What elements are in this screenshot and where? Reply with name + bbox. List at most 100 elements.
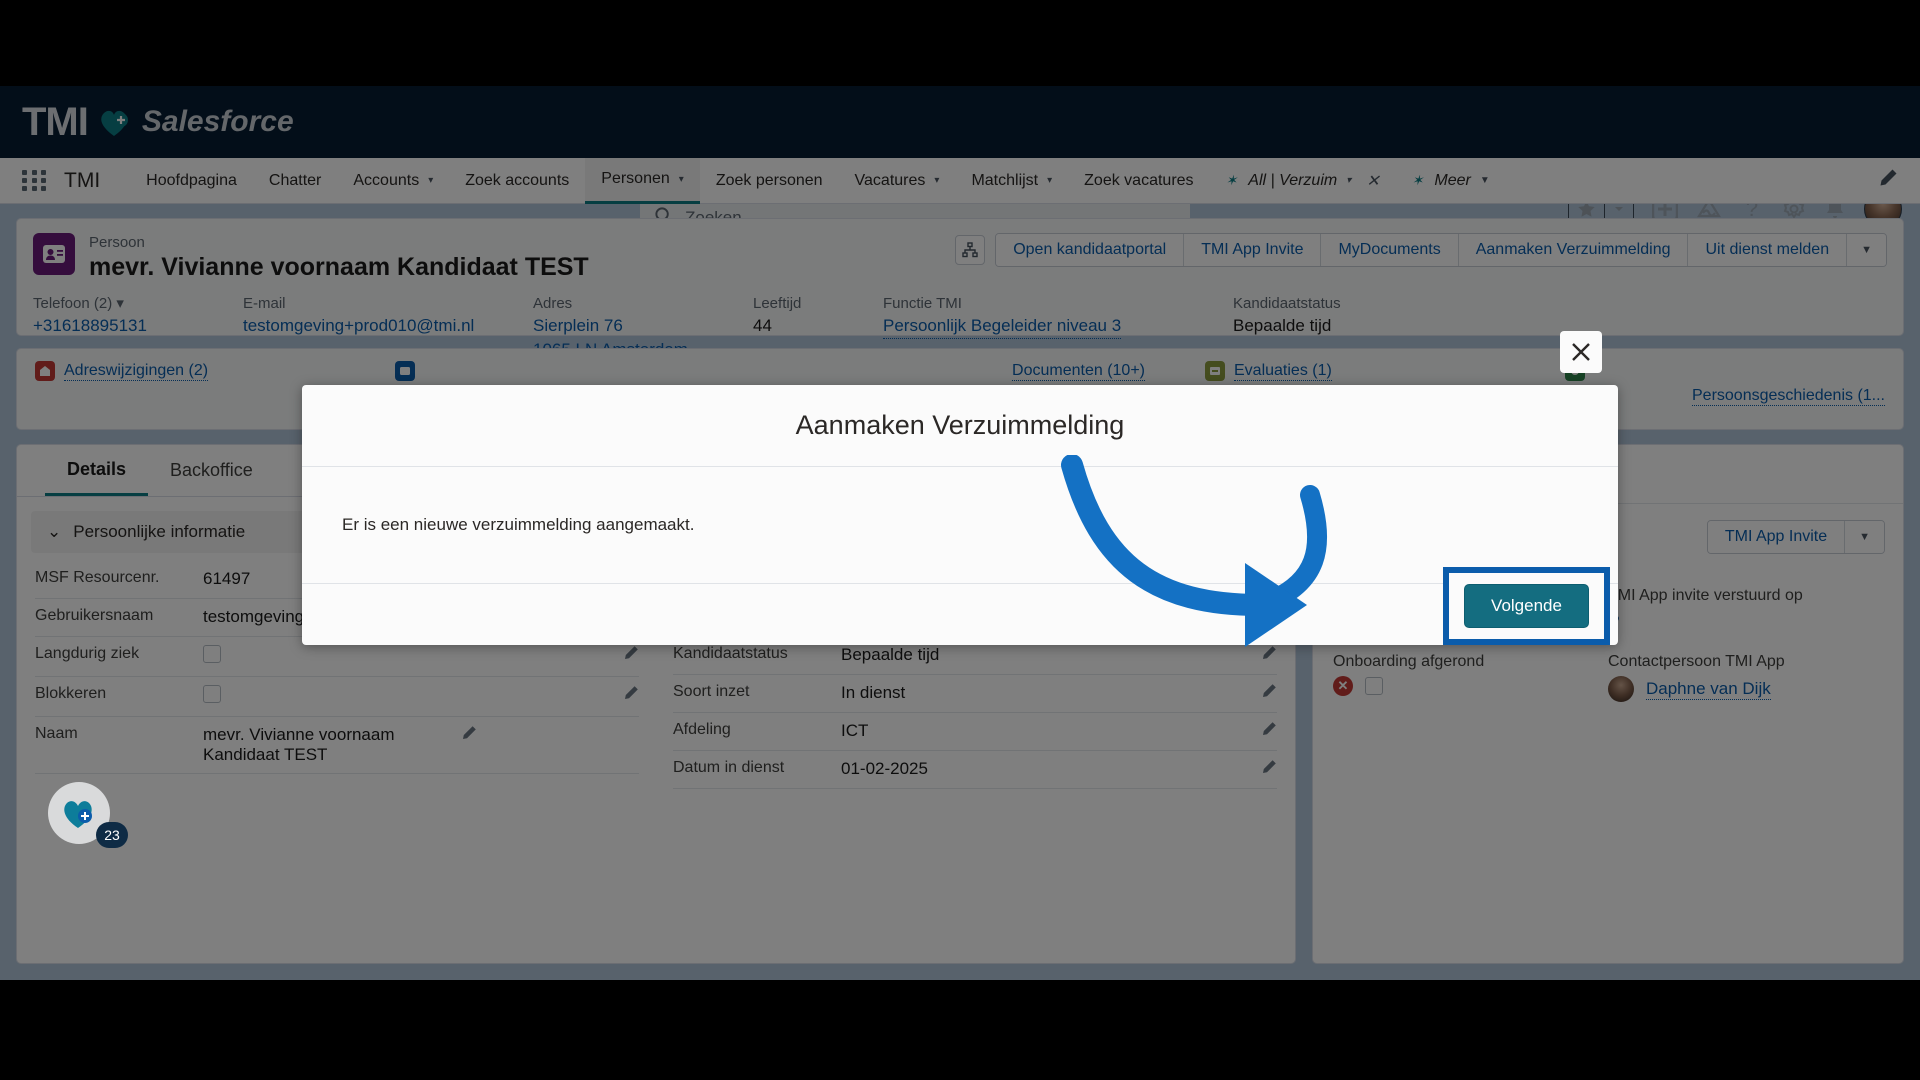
related-link-documenten[interactable]: Documenten (10+) [1012,361,1145,381]
field-label: Kandidaatstatus [1233,295,1341,312]
app-logo[interactable]: TMI Salesforce [22,100,294,145]
field-label: Kandidaatstatus [673,645,788,662]
edit-pencil-icon[interactable] [1261,721,1277,742]
hierarchy-icon[interactable] [955,235,986,265]
nav-item-personen[interactable]: Personen ▾ [585,157,700,204]
field-value[interactable]: Persoonlijk Begeleider niveau 3 [883,314,1122,339]
record-action-buttons: Open kandidaatportal TMI App Invite MyDo… [995,233,1887,267]
related-link-green-1[interactable] [1565,361,1885,381]
chevron-down-icon: ▾ [934,175,940,186]
close-tab-icon[interactable]: ✕ [1366,171,1379,191]
field-label: Functie TMI [883,295,962,312]
tmi-heart-icon [98,106,132,138]
onboarding-afgerond-checkbox[interactable] [1365,677,1383,695]
field-label: Blokkeren [35,685,107,702]
avatar [1608,676,1634,702]
contactpersoon-link[interactable]: Daphne van Dijk [1646,679,1771,700]
detail-row-soort-inzet: Soort inzet In dienst [673,675,1277,713]
more-actions-caret-icon[interactable]: ▼ [1844,521,1884,553]
record-header-card: Persoon mevr. Vivianne voornaam Kandidaa… [16,218,1904,359]
chevron-down-icon[interactable]: ▾ [116,295,124,312]
nav-item-zoek-personen[interactable]: Zoek personen [700,158,839,204]
open-kandidaatportal-button[interactable]: Open kandidaatportal [996,234,1184,266]
related-link-blue-1[interactable] [395,361,715,381]
nav-label: Zoek personen [715,171,823,189]
nav-item-zoek-accounts[interactable]: Zoek accounts [449,158,585,204]
section-title: Persoonlijke informatie [73,522,246,541]
annotation-arrow-icon [1061,455,1328,647]
volgende-button[interactable]: Volgende [1464,584,1589,628]
chevron-down-icon: ⌄ [47,522,62,541]
detail-row-blokkeren: Blokkeren [35,677,639,717]
related-link-label[interactable]: Documenten (10+) [1012,362,1145,381]
related-link-evaluaties[interactable]: Evaluaties (1) [1205,361,1505,381]
nav-item-hoofdpagina[interactable]: Hoofdpagina [130,158,253,204]
blokkeren-checkbox[interactable] [203,685,221,703]
nav-item-accounts[interactable]: Accounts ▾ [337,158,449,204]
tab-backoffice[interactable]: Backoffice [148,445,275,496]
close-icon [1572,343,1590,361]
field-label: Gebruikersnaam [35,607,154,624]
nav-tab-all-verzuim[interactable]: ✶ All | Verzuim ▾ ✕ [1210,158,1396,204]
edit-pencil-icon[interactable] [623,645,639,666]
logo-salesforce-text: Salesforce [141,105,294,138]
uit-dienst-melden-button[interactable]: Uit dienst melden [1687,234,1847,266]
unsaved-tab-star-icon: ✶ [1225,172,1238,188]
adreswijzigingen-icon [35,361,55,381]
nav-item-chatter[interactable]: Chatter [253,158,337,204]
nav-item-zoek-vacatures[interactable]: Zoek vacatures [1068,158,1209,204]
related-link-adreswijzigingen[interactable]: Adreswijzigingen (2) [35,361,335,381]
field-onboarding-afgerond: Onboarding afgerond ✕ [1333,651,1608,702]
more-actions-caret-icon[interactable]: ▼ [1846,234,1886,266]
field-value[interactable]: Sierplein 76 [533,314,733,338]
related-link-label[interactable]: Evaluaties (1) [1234,362,1332,381]
edit-tabs-pencil-icon[interactable] [1878,168,1898,193]
nav-label: Accounts [353,171,420,189]
tmi-app-invite-button[interactable]: TMI App Invite [1183,234,1321,266]
related-link-persoonsgeschiedenis[interactable]: Persoonsgeschiedenis (1... [1692,387,1885,406]
field-value[interactable]: +31618895131 [33,314,223,338]
chevron-down-icon[interactable]: ▼ [1480,175,1490,186]
nav-label: Vacatures [854,171,926,189]
nav-label: Zoek vacatures [1084,171,1194,189]
record-object-label: Persoon [89,234,145,251]
tmi-app-invite-button[interactable]: TMI App Invite [1707,521,1845,553]
field-value: mevr. Vivianne voornaam Kandidaat TEST [203,725,395,764]
global-header: TMI Salesforce [0,86,1920,158]
tmi-app-invite-group: TMI App Invite ▼ [1706,520,1885,554]
nav-item-vacatures[interactable]: Vacatures ▾ [839,158,956,204]
nav-label: Chatter [268,171,322,189]
app-name-label[interactable]: TMI [64,169,100,193]
edit-pencil-icon[interactable] [461,725,477,746]
detail-row-naam: Naam mevr. Vivianne voornaam Kandidaat T… [35,717,639,774]
volgende-button-highlight: Volgende [1443,567,1610,645]
edit-pencil-icon[interactable] [623,685,639,706]
mydocuments-button[interactable]: MyDocuments [1320,234,1458,266]
field-label: Adres [533,295,573,312]
nav-item-matchlijst[interactable]: Matchlijst ▾ [955,158,1068,204]
person-record-icon [33,233,75,275]
field-label: E-mail [243,295,286,312]
chat-unread-badge: 23 [96,822,128,848]
field-tmi-app-invite-verstuurd-op: TMI App invite verstuurd op ♥ [1608,585,1883,633]
field-value[interactable]: testomgeving+prod010@tmi.nl [243,314,513,338]
chevron-down-icon[interactable]: ▾ [1346,175,1351,186]
aanmaken-verzuimmelding-button[interactable]: Aanmaken Verzuimmelding [1457,234,1688,266]
close-modal-button[interactable] [1560,331,1602,373]
field-value: Bepaalde tijd [1233,316,1332,335]
app-launcher-icon[interactable] [22,170,48,191]
field-label: TMI App invite verstuurd op [1608,587,1803,604]
nav-label: Zoek accounts [465,171,570,189]
tab-details[interactable]: Details [45,445,149,496]
nav-label: Meer [1434,171,1471,189]
field-label: Telefoon (2) [33,295,113,312]
langdurig-ziek-checkbox[interactable] [203,645,221,663]
related-link-label[interactable]: Adreswijzigingen (2) [64,362,209,381]
field-value: 01-02-2025 [841,759,928,778]
edit-pencil-icon[interactable] [1261,683,1277,704]
nav-tab-meer[interactable]: ✶ Meer ▼ [1396,158,1506,204]
related-link-label[interactable]: Persoonsgeschiedenis (1... [1692,387,1885,406]
field-label: Contactpersoon TMI App [1608,653,1785,670]
field-value: 44 [753,316,772,335]
edit-pencil-icon[interactable] [1261,759,1277,780]
